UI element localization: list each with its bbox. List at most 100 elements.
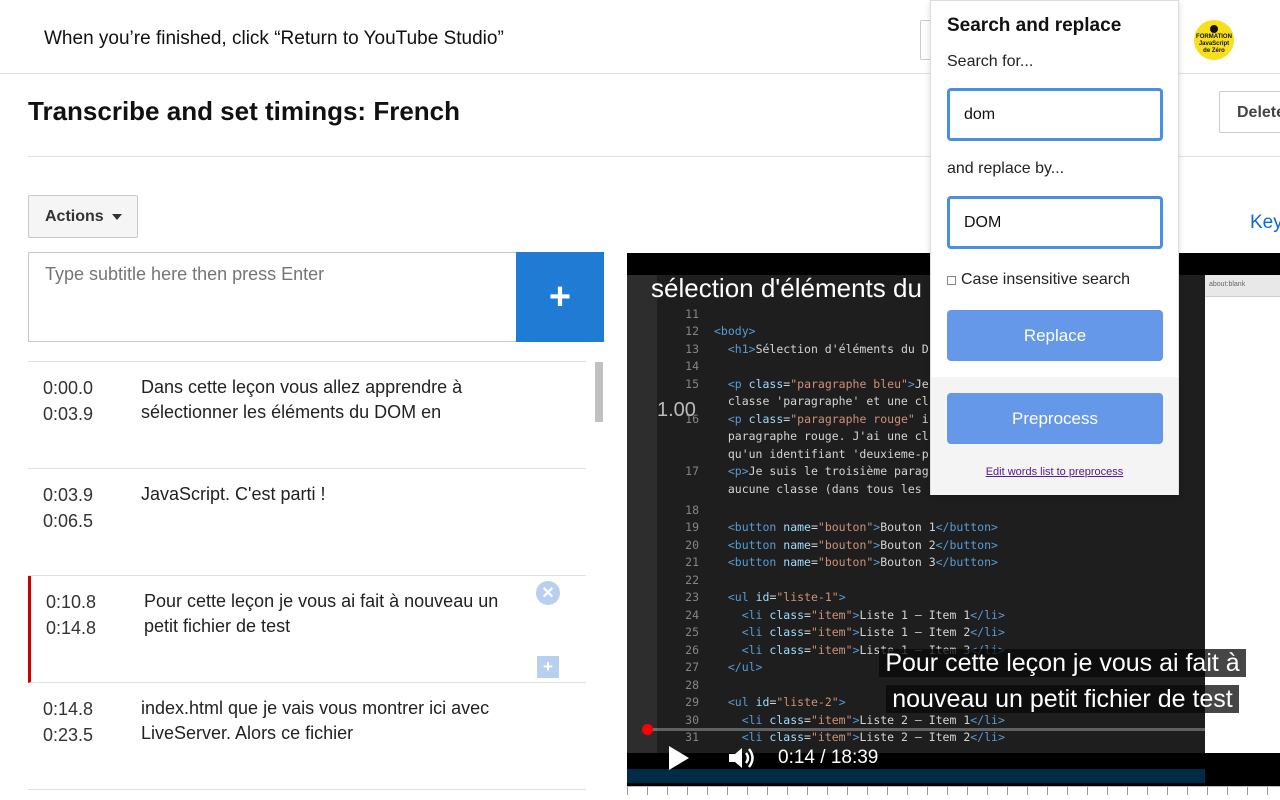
editor-activity-bar: [627, 275, 657, 753]
timeline-tick: [1227, 787, 1228, 795]
plus-icon: +: [548, 275, 572, 318]
volume-icon[interactable]: [727, 745, 757, 771]
timeline-tick: [667, 787, 668, 795]
logo-line-2: JavaScript: [1198, 41, 1230, 47]
replace-button[interactable]: Replace: [947, 310, 1163, 361]
timeline-tick: [1187, 787, 1188, 795]
case-insensitive-label: Case insensitive search: [961, 271, 1130, 288]
caption-end[interactable]: 0:14.8: [46, 615, 96, 641]
caption-text[interactable]: Dans cette leçon vous allez apprendre à …: [141, 375, 531, 425]
logo-dot: [1210, 25, 1218, 33]
caption-times: 0:00.0 0:03.9: [43, 375, 93, 427]
search-replace-panel: Search and replace Search for... and rep…: [930, 0, 1179, 495]
timeline-tick: [927, 787, 928, 795]
timeline-tick: [987, 787, 988, 795]
timeline-tick: [947, 787, 948, 795]
timeline-tick: [707, 787, 708, 795]
browser-tab: about:blank: [1205, 275, 1280, 297]
logo-line-3: de Zéro: [1203, 48, 1225, 54]
timeline-tick: [687, 787, 688, 795]
caption-list-scrollbar[interactable]: [595, 362, 603, 422]
video-controls: 0:14 / 18:39: [627, 743, 1280, 771]
timeline-tick: [747, 787, 748, 795]
caption-row[interactable]: 0:03.9 0:06.5 JavaScript. C'est parti !: [28, 469, 586, 576]
caption-line-1: Pour cette leçon je vous ai fait à: [879, 649, 1246, 677]
editor-status-bar: [627, 769, 1205, 783]
replace-label: and replace by...: [947, 160, 1065, 177]
timeline-tick: [1107, 787, 1108, 795]
timeline-tick: [1207, 787, 1208, 795]
remove-caption-icon[interactable]: ✕: [536, 581, 560, 605]
caption-start[interactable]: 0:14.8: [43, 696, 93, 722]
replace-input[interactable]: [947, 196, 1163, 249]
caption-start[interactable]: 0:00.0: [43, 375, 93, 401]
caption-times: 0:14.8 0:23.5: [43, 696, 93, 748]
subtitle-input[interactable]: [28, 252, 516, 342]
timeline-tick: [1027, 787, 1028, 795]
timeline-tick: [847, 787, 848, 795]
timeline-tick: [867, 787, 868, 795]
delete-button[interactable]: Delete: [1219, 91, 1280, 133]
actions-label: Actions: [45, 207, 104, 225]
caption-start[interactable]: 0:03.9: [43, 482, 93, 508]
timeline-tick: [1127, 787, 1128, 795]
timeline-tick: [767, 787, 768, 795]
play-icon[interactable]: [669, 746, 689, 770]
instruction-message: When you’re finished, click “Return to Y…: [44, 28, 504, 49]
timeline-tick: [1047, 787, 1048, 795]
channel-logo: FORMATION JavaScript de Zéro: [1194, 20, 1234, 60]
timeline-tick: [967, 787, 968, 795]
caption-row[interactable]: 0:14.8 0:23.5 index.html que je vais vou…: [28, 683, 586, 790]
video-time: 0:14 / 18:39: [778, 747, 879, 768]
caption-line-2: nouveau un petit fichier de test: [886, 685, 1239, 713]
timeline-ruler[interactable]: [627, 786, 1280, 800]
caption-end[interactable]: 0:23.5: [43, 722, 93, 748]
timeline-tick: [1067, 787, 1068, 795]
caret-down-icon: [111, 213, 122, 220]
keyboard-shortcuts-link[interactable]: Key: [1250, 212, 1280, 234]
caption-list: 0:00.0 0:03.9 Dans cette leçon vous alle…: [28, 361, 586, 800]
timeline-tick: [1247, 787, 1248, 795]
timeline-tick: [1147, 787, 1148, 795]
case-insensitive-option[interactable]: Case insensitive search: [947, 271, 1130, 289]
video-caption: Pour cette leçon je vous ai fait à nouve…: [860, 645, 1265, 717]
caption-row-active[interactable]: 0:10.8 0:14.8 Pour cette leçon je vous a…: [28, 576, 586, 683]
caption-times: 0:10.8 0:14.8: [46, 589, 96, 641]
case-insensitive-checkbox[interactable]: [947, 275, 956, 285]
timeline-tick: [627, 787, 628, 795]
caption-end[interactable]: 0:03.9: [43, 401, 93, 427]
timeline-tick: [787, 787, 788, 795]
caption-end[interactable]: 0:06.5: [43, 508, 93, 534]
playback-speed: 1.00: [657, 399, 696, 421]
timeline-tick: [887, 787, 888, 795]
timeline-tick: [727, 787, 728, 795]
caption-times: 0:03.9 0:06.5: [43, 482, 93, 534]
caption-text[interactable]: index.html que je vais vous montrer ici …: [141, 696, 531, 746]
timeline-tick: [827, 787, 828, 795]
timeline-tick: [1087, 787, 1088, 795]
insert-caption-icon[interactable]: +: [537, 656, 559, 678]
caption-text[interactable]: Pour cette leçon je vous ai fait à nouve…: [144, 589, 534, 639]
search-replace-title: Search and replace: [947, 15, 1122, 36]
caption-row[interactable]: 0:00.0 0:03.9 Dans cette leçon vous alle…: [28, 362, 586, 469]
timeline-tick: [647, 787, 648, 795]
timeline-tick: [907, 787, 908, 795]
actions-dropdown[interactable]: Actions: [28, 195, 138, 238]
video-overlay-title: sélection d'éléments du: [651, 273, 922, 303]
timeline-tick: [1007, 787, 1008, 795]
add-subtitle-button[interactable]: +: [516, 252, 604, 342]
caption-start[interactable]: 0:10.8: [46, 589, 96, 615]
preprocess-button[interactable]: Preprocess: [947, 393, 1163, 444]
video-progress-bar[interactable]: [642, 724, 1280, 735]
timeline-tick: [807, 787, 808, 795]
search-label: Search for...: [947, 53, 1034, 70]
video-scrubber-handle[interactable]: [642, 724, 653, 735]
logo-line-1: FORMATION: [1196, 34, 1232, 40]
timeline-tick: [1167, 787, 1168, 795]
timeline-tick: [1267, 787, 1268, 795]
preprocess-section: Preprocess Edit words list to preprocess: [931, 377, 1178, 495]
edit-words-list-link[interactable]: Edit words list to preprocess: [931, 466, 1178, 478]
search-input[interactable]: [947, 88, 1163, 141]
page-title: Transcribe and set timings: French: [28, 96, 460, 126]
caption-text[interactable]: JavaScript. C'est parti !: [141, 482, 531, 507]
